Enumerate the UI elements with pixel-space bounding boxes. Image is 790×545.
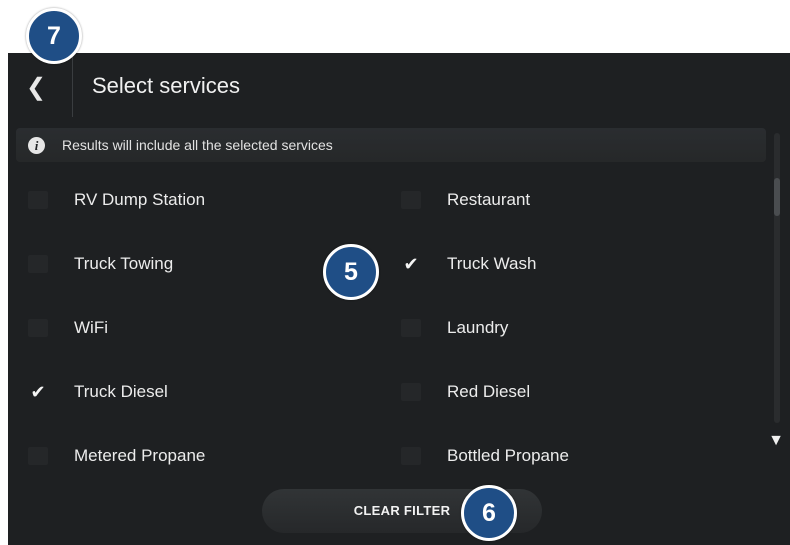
service-option-restaurant[interactable]: Restaurant <box>401 180 721 220</box>
service-option-red-diesel[interactable]: Red Diesel <box>401 372 721 412</box>
service-label: Bottled Propane <box>447 446 569 465</box>
service-option-bottled-propane[interactable]: Bottled Propane <box>401 436 721 476</box>
service-label: Laundry <box>447 318 509 337</box>
service-label: Truck Diesel <box>74 382 168 401</box>
service-label: WiFi <box>74 318 108 337</box>
scrollbar-track[interactable] <box>774 133 780 423</box>
chevron-left-icon[interactable]: ❮ <box>26 71 60 105</box>
checkbox[interactable] <box>28 255 48 273</box>
checkbox[interactable] <box>28 191 48 209</box>
service-option-wifi[interactable]: WiFi <box>28 308 348 348</box>
checkbox[interactable] <box>401 319 421 337</box>
header: ❮ Select services <box>8 53 790 121</box>
callout-badge-7: 7 <box>26 8 82 64</box>
service-label: Restaurant <box>447 190 531 209</box>
callout-badge-5: 5 <box>323 244 379 300</box>
checkbox[interactable] <box>401 447 421 465</box>
header-divider <box>72 53 73 117</box>
scrollbar-thumb[interactable] <box>774 178 780 216</box>
info-banner: i Results will include all the selected … <box>16 128 766 162</box>
service-label: RV Dump Station <box>74 190 206 209</box>
service-option-rv-dump-station[interactable]: RV Dump Station <box>28 180 348 220</box>
service-option-truck-towing[interactable]: Truck Towing <box>28 244 348 284</box>
page-title: Select services <box>92 73 240 98</box>
service-option-truck-wash[interactable]: ✔ Truck Wash <box>401 244 721 284</box>
checkbox[interactable] <box>28 319 48 337</box>
checkbox[interactable] <box>28 447 48 465</box>
service-option-metered-propane[interactable]: Metered Propane <box>28 436 348 476</box>
service-option-laundry[interactable]: Laundry <box>401 308 721 348</box>
service-option-truck-diesel[interactable]: ✔ Truck Diesel <box>28 372 348 412</box>
service-label: Red Diesel <box>447 382 531 401</box>
select-services-screen: ❮ Select services i Results will include… <box>8 53 790 545</box>
check-icon[interactable]: ✔ <box>401 255 421 273</box>
info-text: Results will include all the selected se… <box>62 137 333 153</box>
scroll-down-arrow-icon[interactable]: ▼ <box>764 431 788 451</box>
service-label: Metered Propane <box>74 446 206 465</box>
info-icon: i <box>28 137 45 154</box>
callout-badge-6: 6 <box>461 485 517 541</box>
checkbox[interactable] <box>401 383 421 401</box>
service-label: Truck Towing <box>74 254 174 273</box>
service-label: Truck Wash <box>447 254 537 273</box>
check-icon[interactable]: ✔ <box>28 383 48 401</box>
checkbox[interactable] <box>401 191 421 209</box>
